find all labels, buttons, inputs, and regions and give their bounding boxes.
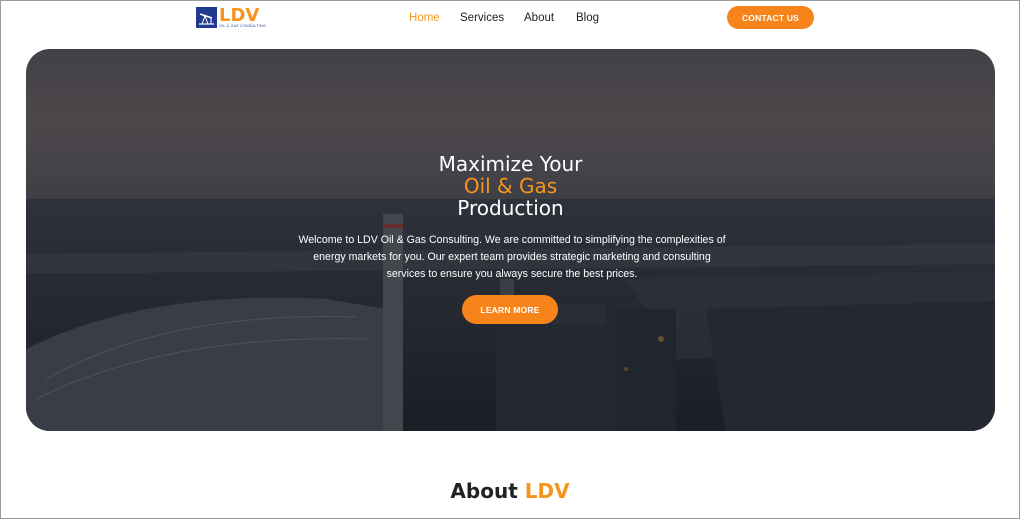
hero-title-line3: Production: [457, 196, 564, 220]
about-heading: About LDV: [1, 479, 1019, 503]
nav-blog[interactable]: Blog: [576, 12, 599, 24]
hero-title-line2: Oil & Gas: [463, 174, 558, 198]
site-header: LDV OIL & GAS CONSULTING Home Services A…: [1, 1, 1019, 39]
contact-us-button[interactable]: CONTACT US: [727, 6, 814, 29]
nav-services[interactable]: Services: [460, 12, 504, 24]
main-nav: Home Services About Blog: [1, 12, 1019, 26]
nav-about[interactable]: About: [524, 12, 554, 24]
about-heading-accent: LDV: [524, 479, 570, 503]
hero-section: Maximize Your Oil & Gas Production Welco…: [26, 49, 995, 431]
about-heading-prefix: About: [450, 479, 518, 503]
nav-home[interactable]: Home: [409, 12, 440, 24]
learn-more-button[interactable]: LEARN MORE: [462, 295, 558, 324]
hero-title-line1: Maximize Your: [438, 152, 583, 176]
hero-description: Welcome to LDV Oil & Gas Consulting. We …: [298, 234, 726, 280]
